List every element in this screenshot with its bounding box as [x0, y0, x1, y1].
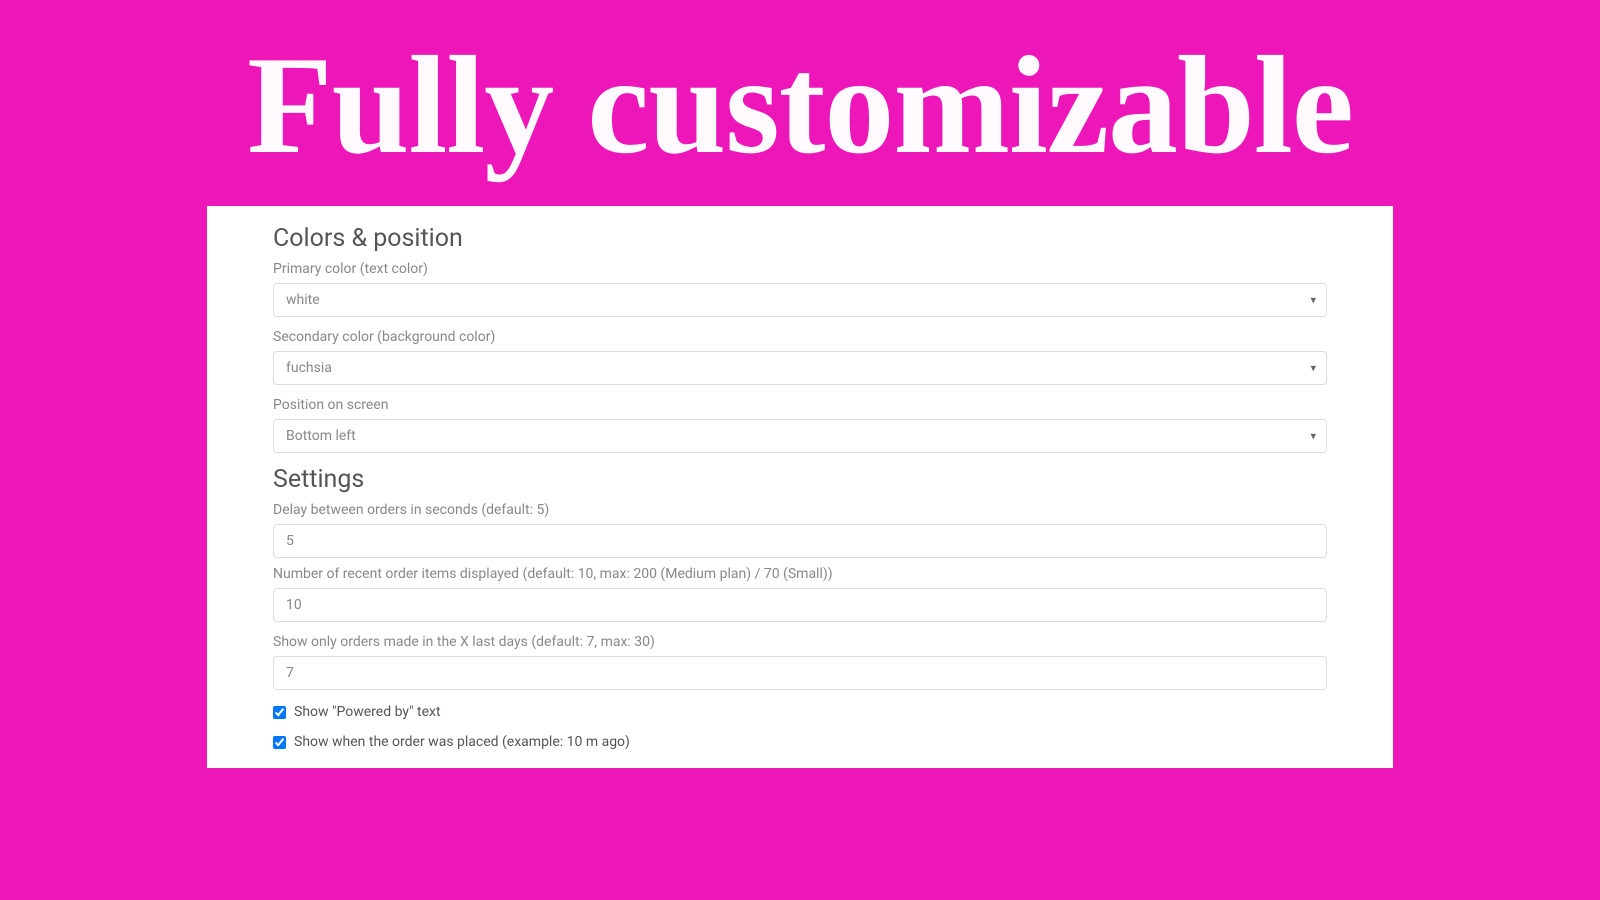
primary-color-value: white — [286, 292, 320, 308]
show-when-placed-label: Show when the order was placed (example:… — [294, 734, 630, 750]
delay-input[interactable]: 5 — [273, 524, 1327, 558]
position-value: Bottom left — [286, 428, 356, 444]
show-powered-by-checkbox[interactable] — [273, 706, 286, 719]
show-powered-by-row: Show "Powered by" text — [273, 704, 1327, 720]
show-powered-by-label: Show "Powered by" text — [294, 704, 441, 720]
position-label: Position on screen — [273, 397, 1327, 413]
position-select[interactable]: Bottom left — [273, 419, 1327, 453]
hero-title: Fully customizable — [0, 0, 1600, 206]
order-items-input[interactable]: 10 — [273, 588, 1327, 622]
last-days-input[interactable]: 7 — [273, 656, 1327, 690]
order-items-label: Number of recent order items displayed (… — [273, 566, 1327, 582]
last-days-label: Show only orders made in the X last days… — [273, 634, 1327, 650]
primary-color-select[interactable]: white — [273, 283, 1327, 317]
secondary-color-value: fuchsia — [286, 360, 332, 376]
secondary-color-select[interactable]: fuchsia — [273, 351, 1327, 385]
settings-heading: Settings — [273, 465, 1327, 494]
order-items-value: 10 — [286, 597, 302, 613]
last-days-value: 7 — [286, 665, 294, 681]
secondary-color-label: Secondary color (background color) — [273, 329, 1327, 345]
delay-value: 5 — [286, 533, 294, 549]
primary-color-label: Primary color (text color) — [273, 261, 1327, 277]
show-when-placed-checkbox[interactable] — [273, 736, 286, 749]
show-when-placed-row: Show when the order was placed (example:… — [273, 734, 1327, 750]
delay-label: Delay between orders in seconds (default… — [273, 502, 1327, 518]
settings-panel: Colors & position Primary color (text co… — [207, 206, 1393, 768]
colors-position-heading: Colors & position — [273, 224, 1327, 253]
